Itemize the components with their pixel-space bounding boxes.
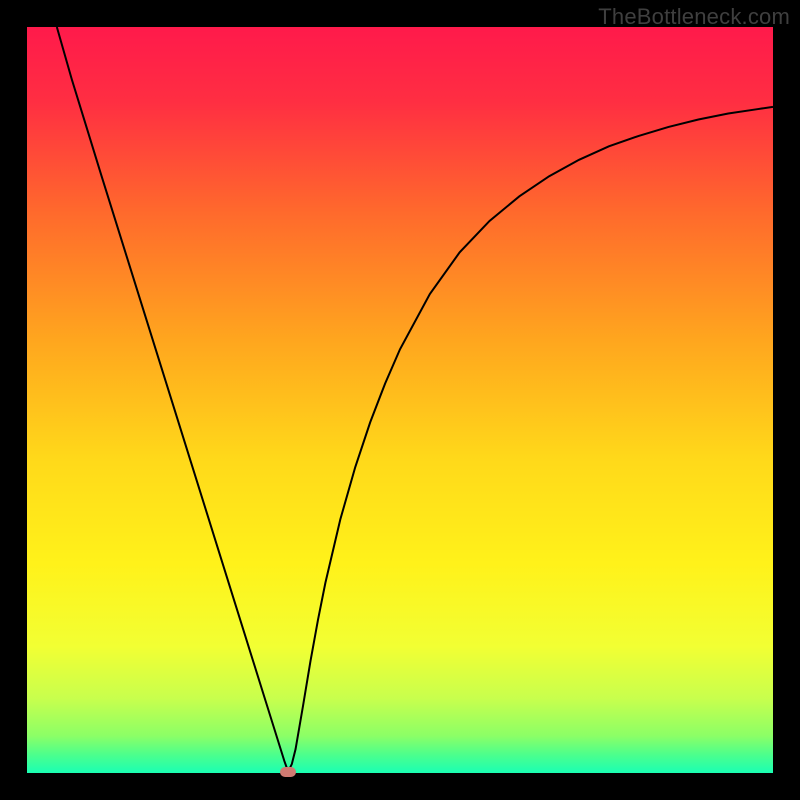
chart-svg: [27, 27, 773, 773]
optimum-marker: [280, 767, 296, 777]
watermark-text: TheBottleneck.com: [598, 4, 790, 30]
plot-area: [27, 27, 773, 773]
chart-frame: TheBottleneck.com: [0, 0, 800, 800]
gradient-background: [27, 27, 773, 773]
